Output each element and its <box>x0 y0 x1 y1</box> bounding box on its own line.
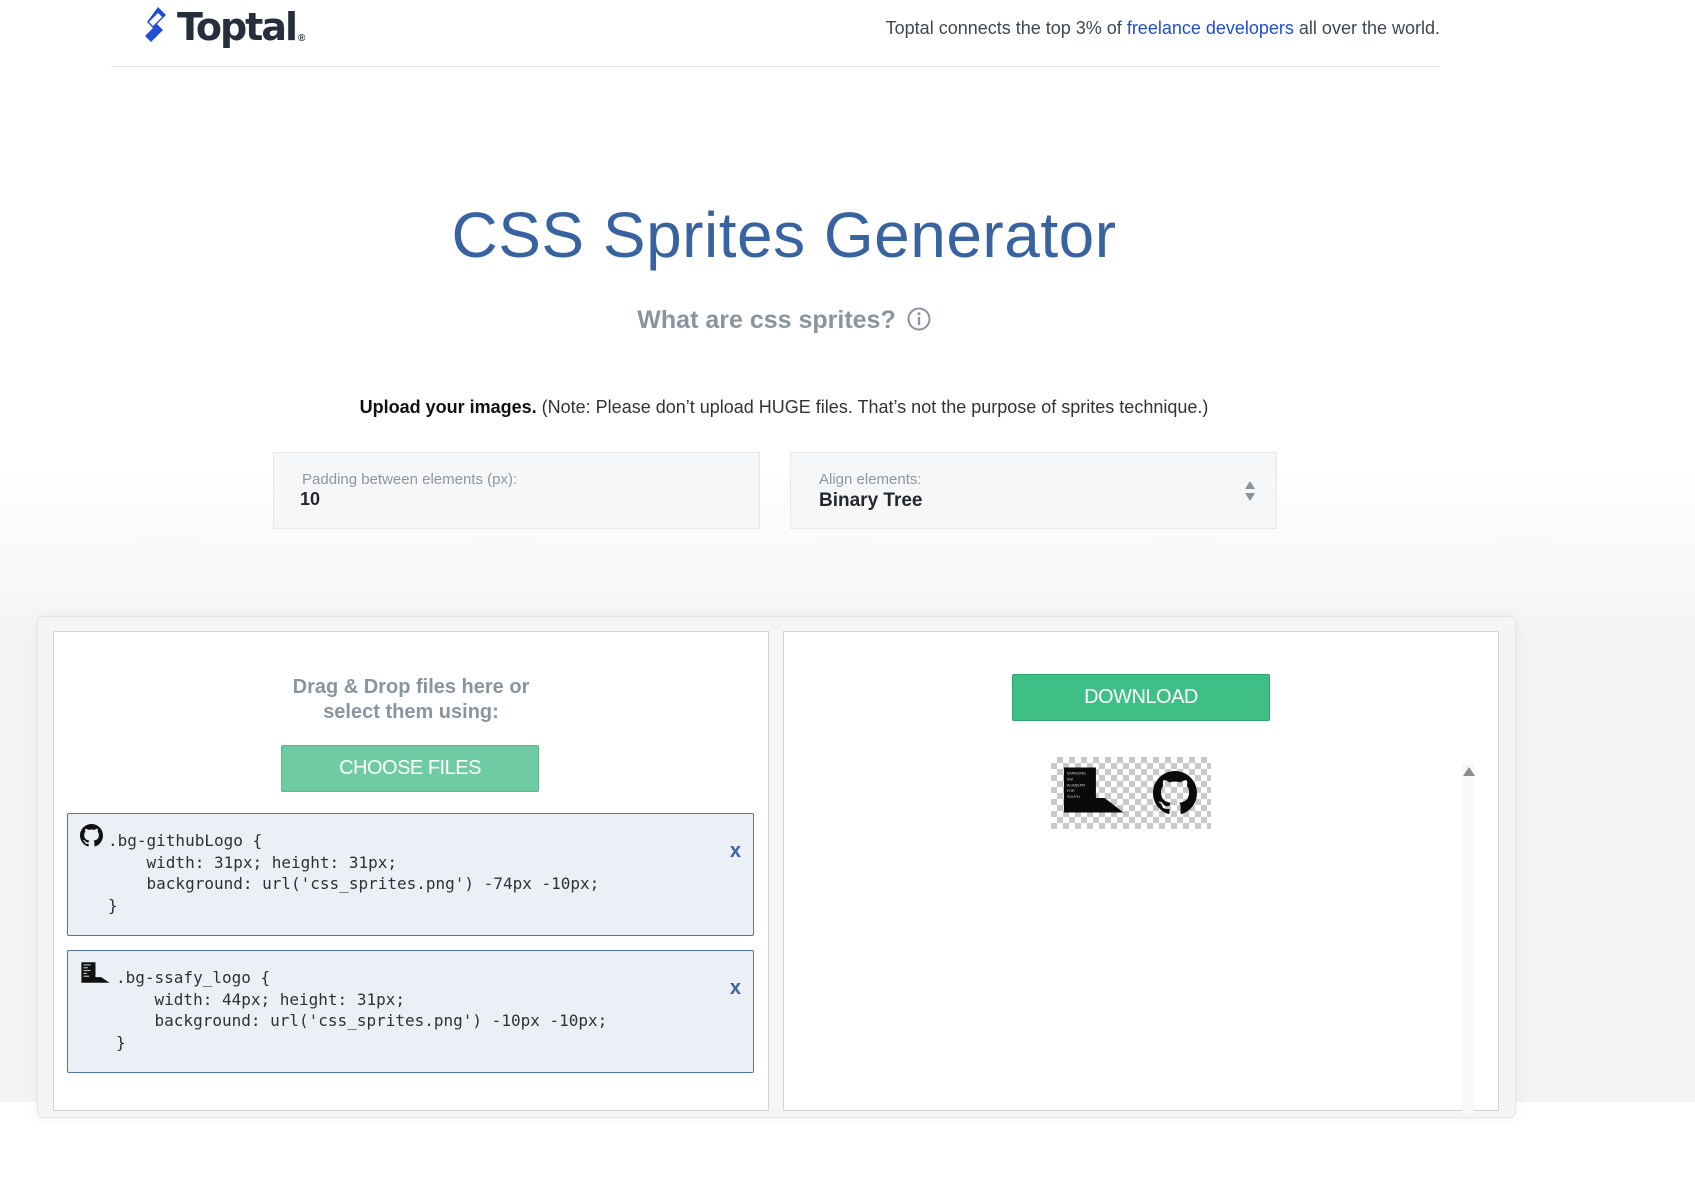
github-icon <box>80 824 103 847</box>
padding-label: Padding between elements (px): <box>302 471 518 488</box>
info-icon <box>907 307 931 331</box>
freelance-developers-link[interactable]: freelance developers <box>1127 18 1294 38</box>
ssafy-line: YOUTH <box>1067 794 1080 799</box>
site-header: Toptal ® Toptal connects the top 3% of f… <box>111 0 1440 67</box>
css-item-ssafy: .bg-ssafy_logo { width: 44px; height: 31… <box>67 950 754 1073</box>
what-are-sprites-link[interactable]: What are css sprites? <box>0 306 1568 335</box>
sprite-preview: SAMSUNG SW ACADEMY FOR YOUTH <box>1051 757 1211 829</box>
ssafy-line: ACADEMY <box>1067 782 1086 787</box>
registered-mark: ® <box>298 32 306 44</box>
padding-input[interactable] <box>300 489 720 510</box>
choose-files-button[interactable]: CHOOSE FILES <box>281 745 539 792</box>
drop-text-line1: Drag & Drop files here or <box>292 676 530 698</box>
ssafy-line: FOR <box>1067 788 1075 793</box>
header-tagline: Toptal connects the top 3% of freelance … <box>886 18 1440 39</box>
github-icon <box>1153 771 1197 814</box>
ssafy-line: SW <box>1067 777 1073 782</box>
remove-item-button[interactable]: x <box>730 977 741 1000</box>
ssafy-line: SAMSUNG <box>1067 771 1086 776</box>
page-title: CSS Sprites Generator <box>451 199 1117 271</box>
tagline-text-post: all over the world. <box>1293 18 1440 38</box>
logo-text: Toptal <box>177 5 298 49</box>
scroll-up-arrow-icon[interactable] <box>1463 767 1475 776</box>
upload-note-text: (Note: Please don’t upload HUGE files. T… <box>536 397 1209 417</box>
css-item-github: .bg-githubLogo { width: 31px; height: 31… <box>67 813 754 936</box>
align-select[interactable]: Align elements: Binary Tree <box>790 452 1277 529</box>
remove-item-button[interactable]: x <box>730 840 741 863</box>
align-label: Align elements: <box>819 471 922 488</box>
upload-heading: Upload your images. <box>359 397 537 417</box>
preview-scrollbar[interactable] <box>1462 764 1475 1114</box>
css-code-github: .bg-githubLogo { width: 31px; height: 31… <box>108 831 600 915</box>
toptal-logo[interactable]: Toptal ® <box>141 2 305 52</box>
result-panel: DOWNLOAD SAMSUNG SW ACADEMY FOR YOUTH <box>783 631 1499 1114</box>
align-selected-value: Binary Tree <box>819 490 923 511</box>
upload-instructions: Upload your images. (Note: Please don’t … <box>0 397 1568 418</box>
download-button[interactable]: DOWNLOAD <box>1012 674 1270 721</box>
select-arrows-icon <box>1245 481 1255 501</box>
drop-zone-text: Drag & Drop files here or select them us… <box>54 675 768 725</box>
tagline-text-pre: Toptal connects the top 3% of <box>885 18 1127 38</box>
upload-panel[interactable]: Drag & Drop files here or select them us… <box>53 631 769 1111</box>
css-code-ssafy: .bg-ssafy_logo { width: 44px; height: 31… <box>116 968 608 1052</box>
drop-text-line2: select them using: <box>323 701 499 723</box>
subtitle-text: What are css sprites? <box>637 306 896 334</box>
ssafy-logo-icon <box>81 962 110 983</box>
toptal-logo-icon <box>145 7 166 42</box>
padding-field[interactable]: Padding between elements (px): <box>273 452 760 529</box>
ssafy-logo-icon: SAMSUNG SW ACADEMY FOR YOUTH <box>1063 767 1124 813</box>
